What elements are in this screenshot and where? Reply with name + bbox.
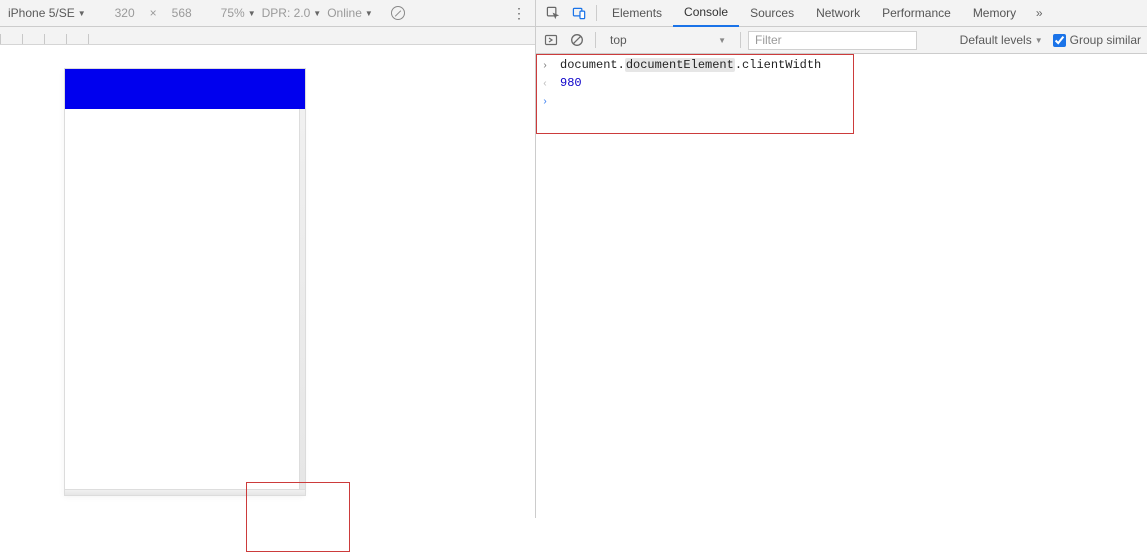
tab-network[interactable]: Network — [805, 0, 871, 27]
input-marker-icon: › — [542, 61, 552, 72]
tab-performance[interactable]: Performance — [871, 0, 962, 27]
chevron-down-icon: ▼ — [365, 9, 373, 18]
device-stage — [0, 45, 535, 518]
kebab-menu-icon[interactable]: ⋮ — [511, 6, 527, 20]
height-input[interactable]: 568 — [165, 6, 199, 20]
console-body[interactable]: › document.documentElement.clientWidth ‹… — [536, 54, 1147, 518]
device-select[interactable]: iPhone 5/SE ▼ — [8, 6, 86, 20]
tab-elements[interactable]: Elements — [601, 0, 673, 27]
console-toolbar: top ▼ Default levels ▼ Group similar — [536, 27, 1147, 54]
device-toolbar: iPhone 5/SE ▼ 320 × 568 75% ▼ DPR: 2.0 ▼… — [0, 0, 535, 27]
dimension-separator: × — [148, 6, 159, 20]
context-value: top — [610, 33, 627, 47]
group-similar-checkbox[interactable]: Group similar — [1051, 33, 1143, 47]
console-result-value: 980 — [560, 76, 582, 90]
devtools-tabs: Elements Console Sources Network Perform… — [536, 0, 1147, 27]
ruler — [0, 27, 535, 45]
scrollbar-horizontal[interactable] — [65, 489, 305, 495]
log-levels-select[interactable]: Default levels ▼ — [956, 33, 1047, 47]
device-frame[interactable] — [65, 69, 305, 495]
chevron-down-icon: ▼ — [313, 9, 321, 18]
device-name: iPhone 5/SE — [8, 6, 75, 20]
device-toggle-icon[interactable] — [566, 0, 592, 26]
dpr-select[interactable]: DPR: 2.0 ▼ — [262, 6, 322, 20]
console-prompt-line[interactable]: › — [536, 92, 1147, 110]
console-sidebar-toggle-icon[interactable] — [540, 33, 562, 47]
zoom-select[interactable]: 75% ▼ — [221, 6, 256, 20]
filter-input[interactable] — [748, 31, 917, 50]
tab-memory[interactable]: Memory — [962, 0, 1027, 27]
console-result-line: ‹ 980 — [536, 74, 1147, 92]
zoom-value: 75% — [221, 6, 245, 20]
group-similar-label: Group similar — [1070, 33, 1141, 47]
tab-sources[interactable]: Sources — [739, 0, 805, 27]
page-header-bar — [65, 69, 305, 109]
throttle-select[interactable]: Online ▼ — [327, 6, 373, 20]
console-prompt-input[interactable] — [560, 94, 567, 108]
group-similar-input[interactable] — [1053, 34, 1066, 47]
chevron-down-icon: ▼ — [248, 9, 256, 18]
context-select[interactable]: top ▼ — [603, 31, 733, 50]
scrollbar-vertical[interactable] — [299, 109, 305, 489]
chevron-down-icon: ▼ — [718, 36, 726, 45]
rotate-icon[interactable] — [391, 6, 405, 20]
chevron-down-icon: ▼ — [78, 9, 86, 18]
output-marker-icon: ‹ — [542, 79, 552, 90]
throttle-value: Online — [327, 6, 362, 20]
chevron-down-icon: ▼ — [1035, 36, 1043, 45]
clear-console-icon[interactable] — [566, 33, 588, 47]
console-input-line: › document.documentElement.clientWidth — [536, 56, 1147, 74]
console-input-code: document.documentElement.clientWidth — [560, 58, 821, 72]
width-input[interactable]: 320 — [108, 6, 142, 20]
inspect-element-icon[interactable] — [540, 0, 566, 26]
dpr-value: DPR: 2.0 — [262, 6, 311, 20]
levels-value: Default levels — [960, 33, 1032, 47]
prompt-marker-icon: › — [542, 97, 552, 108]
tab-console[interactable]: Console — [673, 0, 739, 27]
tabs-overflow-icon[interactable]: » — [1027, 6, 1051, 20]
